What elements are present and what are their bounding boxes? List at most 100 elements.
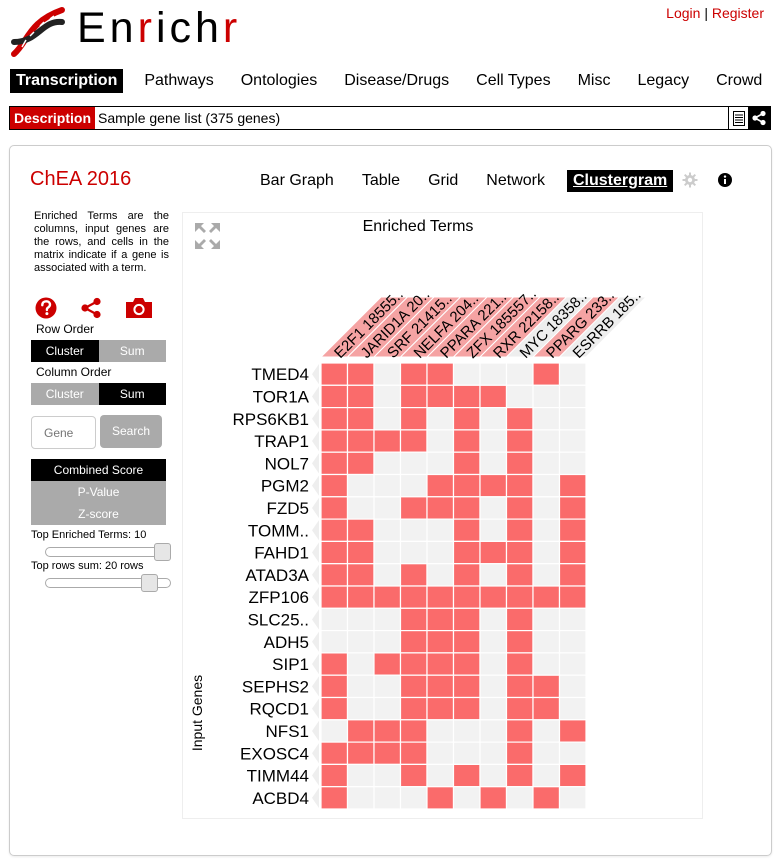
matrix-cell[interactable] [426, 407, 455, 431]
nav-crowd[interactable]: Crowd [710, 69, 768, 93]
matrix-cell[interactable] [426, 563, 455, 587]
matrix-cell[interactable] [479, 384, 508, 409]
matrix-cell[interactable] [426, 585, 455, 609]
matrix-cell[interactable] [346, 786, 375, 810]
row-label[interactable]: RQCD1 [249, 700, 309, 719]
row-label[interactable]: EXOSC4 [240, 744, 309, 763]
matrix-cell[interactable] [505, 696, 534, 721]
share-icon[interactable] [748, 107, 770, 129]
fullscreen-icon[interactable] [195, 223, 220, 249]
p-value-button[interactable]: P-Value [31, 481, 166, 503]
matrix-cell[interactable] [479, 473, 508, 498]
matrix-cell[interactable] [399, 741, 428, 765]
matrix-cell[interactable] [320, 763, 349, 788]
matrix-cell[interactable] [426, 496, 455, 520]
matrix-cell[interactable] [532, 540, 561, 565]
matrix-cell[interactable] [399, 362, 428, 386]
matrix-cell[interactable] [452, 763, 481, 788]
document-icon[interactable] [728, 107, 748, 129]
matrix-cell[interactable] [505, 607, 534, 632]
matrix-cell[interactable] [426, 429, 455, 453]
matrix-cell[interactable] [452, 674, 481, 699]
matrix-cell[interactable] [399, 451, 428, 476]
nav-legacy[interactable]: Legacy [631, 69, 695, 93]
matrix-cell[interactable] [452, 630, 481, 654]
matrix-cell[interactable] [558, 674, 587, 699]
matrix-cell[interactable] [426, 451, 455, 476]
matrix-cell[interactable] [399, 696, 428, 721]
row-label[interactable]: SLC25.. [248, 610, 309, 629]
matrix-cell[interactable] [399, 540, 428, 565]
matrix-cell[interactable] [558, 786, 587, 810]
nav-ontologies[interactable]: Ontologies [235, 69, 324, 93]
row-label[interactable]: TOR1A [253, 387, 310, 406]
matrix-cell[interactable] [532, 473, 561, 498]
matrix-cell[interactable] [346, 763, 375, 788]
nav-transcription[interactable]: Transcription [10, 69, 124, 93]
matrix-cell[interactable] [558, 384, 587, 409]
matrix-cell[interactable] [452, 652, 481, 676]
combined-score-button[interactable]: Combined Score [31, 459, 166, 481]
matrix-cell[interactable] [320, 384, 349, 409]
matrix-cell[interactable] [505, 786, 534, 810]
matrix-cell[interactable] [558, 696, 587, 721]
matrix-cell[interactable] [532, 585, 561, 609]
matrix-cell[interactable] [426, 518, 455, 543]
matrix-cell[interactable] [532, 674, 561, 699]
matrix-cell[interactable] [399, 674, 428, 699]
matrix-cell[interactable] [452, 585, 481, 609]
matrix-cell[interactable] [505, 451, 534, 476]
tab-clustergram[interactable]: Clustergram [566, 170, 674, 192]
row-label[interactable]: ATAD3A [245, 566, 309, 585]
matrix-cell[interactable] [558, 473, 587, 498]
matrix-cell[interactable] [346, 674, 375, 699]
matrix-cell[interactable] [346, 540, 375, 565]
matrix-cell[interactable] [532, 407, 561, 431]
matrix-cell[interactable] [479, 607, 508, 632]
matrix-cell[interactable] [320, 585, 349, 609]
row-label[interactable]: TRAP1 [254, 432, 309, 451]
matrix-cell[interactable] [479, 451, 508, 476]
row-label[interactable]: SIP1 [272, 655, 309, 674]
matrix-cell[interactable] [452, 786, 481, 810]
top-rows-slider[interactable] [45, 574, 171, 592]
matrix-cell[interactable] [479, 741, 508, 765]
matrix-cell[interactable] [346, 384, 375, 409]
gear-icon[interactable] [682, 172, 698, 188]
matrix-cell[interactable] [479, 585, 508, 609]
matrix-cell[interactable] [320, 518, 349, 543]
matrix-cell[interactable] [479, 407, 508, 431]
matrix-cell[interactable] [479, 429, 508, 453]
matrix-cell[interactable] [426, 786, 455, 810]
row-order-cluster[interactable]: Cluster [31, 340, 99, 362]
matrix-cell[interactable] [479, 630, 508, 654]
matrix-cell[interactable] [452, 563, 481, 587]
row-label[interactable]: ADH5 [264, 633, 309, 652]
matrix-cell[interactable] [346, 473, 375, 498]
matrix-cell[interactable] [558, 719, 587, 743]
matrix-cell[interactable] [426, 630, 455, 654]
matrix-cell[interactable] [426, 719, 455, 743]
matrix-cell[interactable] [426, 473, 455, 498]
matrix-cell[interactable] [399, 652, 428, 676]
matrix-cell[interactable] [452, 696, 481, 721]
matrix-cell[interactable] [558, 362, 587, 386]
row-label[interactable]: TOMM.. [248, 521, 309, 540]
matrix-cell[interactable] [399, 563, 428, 587]
matrix-cell[interactable] [479, 696, 508, 721]
matrix-cell[interactable] [399, 630, 428, 654]
matrix-cell[interactable] [320, 451, 349, 476]
matrix-cell[interactable] [452, 362, 481, 386]
row-label[interactable]: NOL7 [265, 454, 309, 473]
matrix-cell[interactable] [505, 407, 534, 431]
matrix-cell[interactable] [373, 786, 402, 810]
matrix-cell[interactable] [346, 607, 375, 632]
column-order-sum[interactable]: Sum [98, 383, 166, 405]
matrix-cell[interactable] [479, 719, 508, 743]
tab-network[interactable]: Network [480, 170, 551, 192]
matrix-cell[interactable] [373, 652, 402, 676]
matrix-cell[interactable] [532, 652, 561, 676]
matrix-cell[interactable] [532, 563, 561, 587]
nav-disease-drugs[interactable]: Disease/Drugs [338, 69, 455, 93]
matrix-cell[interactable] [479, 763, 508, 788]
